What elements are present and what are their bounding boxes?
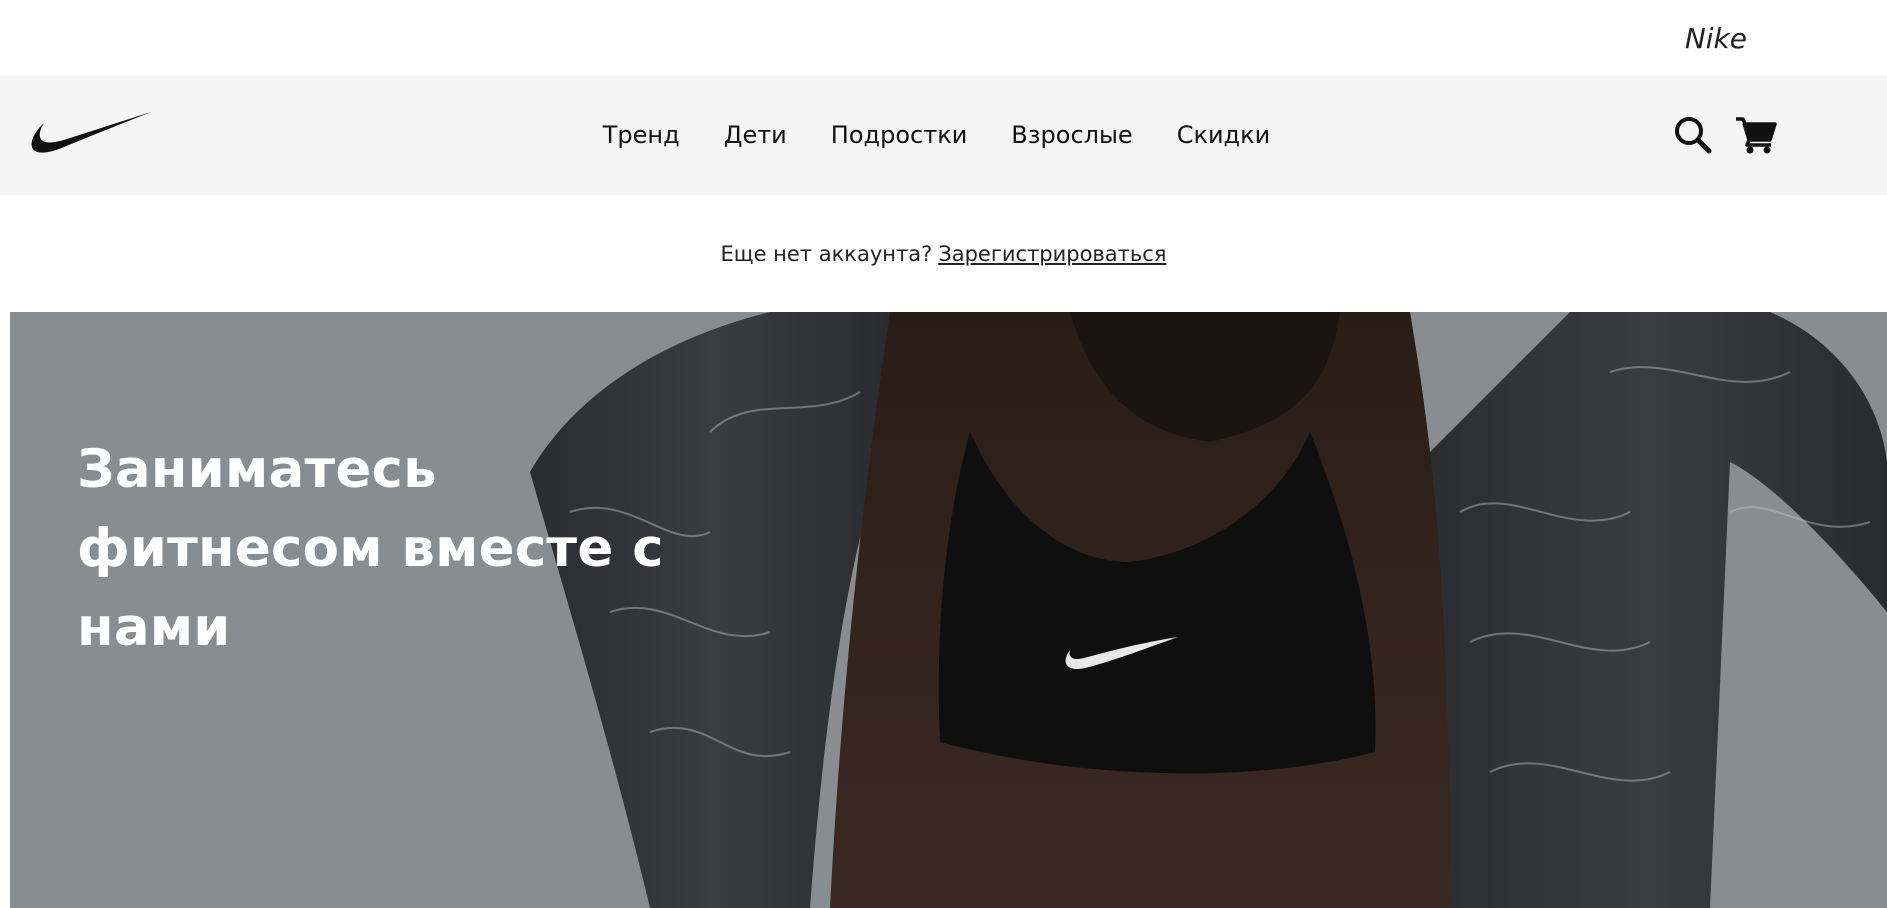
register-link[interactable]: Зарегистрироваться	[938, 242, 1166, 266]
register-question: Еще нет аккаунта?	[720, 241, 933, 266]
nav-item-teens[interactable]: Подростки	[831, 121, 968, 149]
nav-item-kids[interactable]: Дети	[724, 121, 787, 149]
search-icon[interactable]	[1673, 115, 1713, 160]
nav-item-adults[interactable]: Взрослые	[1011, 121, 1132, 149]
header-actions	[1673, 115, 1777, 160]
primary-nav: Тренд Дети Подростки Взрослые Скидки	[0, 75, 1887, 195]
cart-icon[interactable]	[1735, 115, 1777, 160]
nav-item-trend[interactable]: Тренд	[603, 121, 680, 149]
hero-title: Заниматесь фитнесом вместе с нами	[77, 439, 664, 658]
brand-name: Nike	[1684, 22, 1747, 55]
top-bar: Nike	[0, 0, 1887, 75]
main-header: Тренд Дети Подростки Взрослые Скидки	[0, 75, 1887, 195]
nav-item-sale[interactable]: Скидки	[1177, 121, 1271, 149]
hero-banner: Заниматесь фитнесом вместе с нами	[10, 312, 1887, 908]
register-prompt: Еще нет аккаунта? Зарегистрироваться	[0, 195, 1887, 312]
